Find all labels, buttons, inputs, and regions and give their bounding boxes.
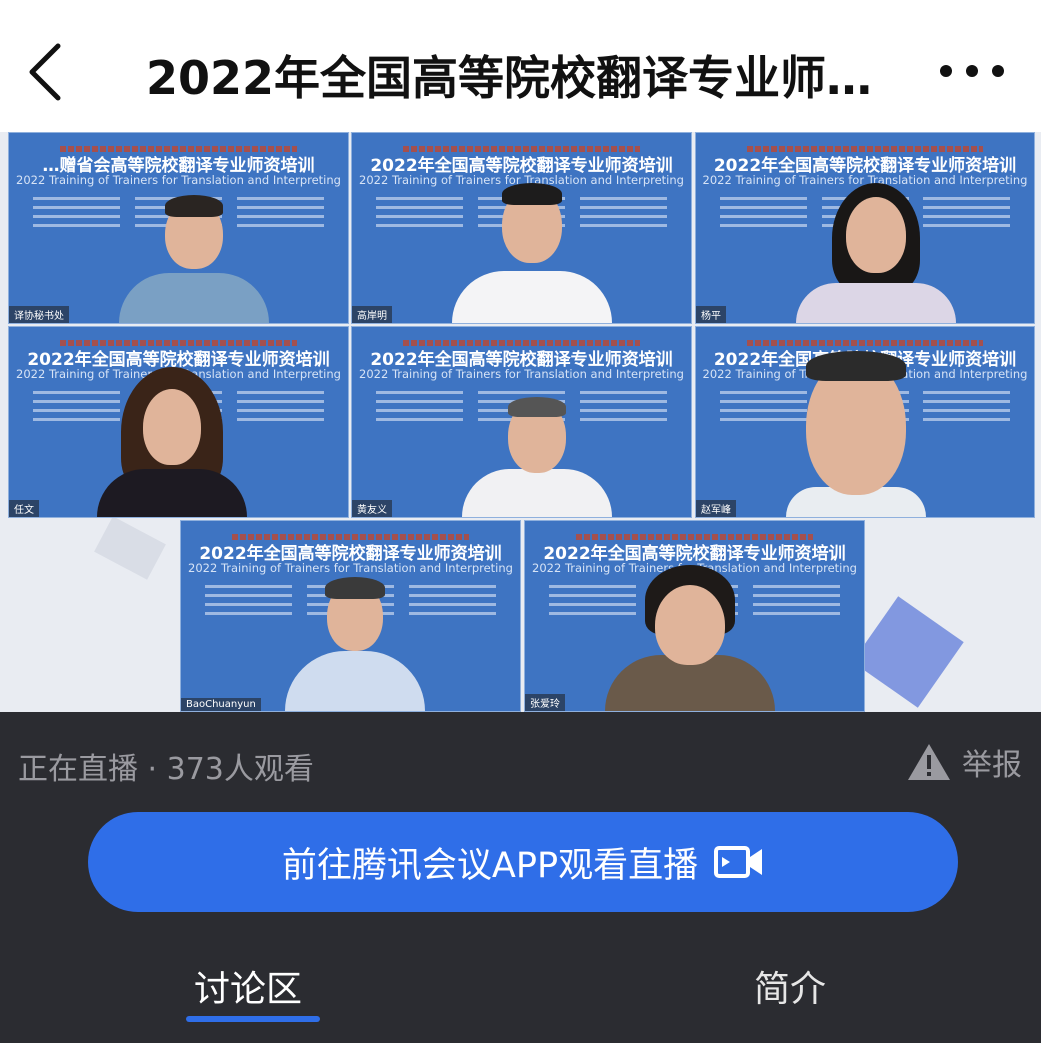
participant-tile[interactable]: …赠省会高等院校翻译专业师资培训 2022 Training of Traine… xyxy=(8,132,349,324)
participant-video xyxy=(462,397,612,517)
active-tab-indicator xyxy=(186,1016,320,1022)
live-viewer-count: 正在直播 · 373人观看 xyxy=(18,752,314,787)
top-bar: 2022年全国高等院校翻译专业师… xyxy=(0,0,1041,132)
slide-title-en: 2022 Training of Trainers for Translatio… xyxy=(188,561,513,575)
open-app-label: 前往腾讯会议APP观看直播 xyxy=(281,845,699,886)
warning-icon xyxy=(908,744,950,780)
participant-name: 任文 xyxy=(9,500,39,517)
page-title: 2022年全国高等院校翻译专业师… xyxy=(146,51,873,105)
participant-video xyxy=(796,183,956,323)
participant-video xyxy=(119,193,269,323)
tab-introduction[interactable]: 简介 xyxy=(754,960,826,1012)
background-decoration xyxy=(852,596,964,708)
participant-name: 张爱玲 xyxy=(525,694,565,711)
meeting-video-grid[interactable]: …赠省会高等院校翻译专业师资培训 2022 Training of Traine… xyxy=(0,132,1041,712)
video-camera-icon xyxy=(714,846,763,878)
participant-tile[interactable]: 2022年全国高等院校翻译专业师资培训 2022 Training of Tra… xyxy=(351,326,692,518)
report-button[interactable]: 举报 xyxy=(906,742,1022,783)
participant-tile[interactable]: 2022年全国高等院校翻译专业师资培训 2022 Training of Tra… xyxy=(524,520,865,712)
participant-name: 译协秘书处 xyxy=(9,306,69,323)
slide-title-en: 2022 Training of Trainers for Translatio… xyxy=(359,367,684,381)
participant-video xyxy=(285,577,425,711)
open-tencent-meeting-button[interactable]: 前往腾讯会议APP观看直播 xyxy=(88,812,958,912)
more-horizontal-icon[interactable] xyxy=(936,56,1008,86)
chevron-left-icon[interactable] xyxy=(22,40,72,104)
participant-name: 杨平 xyxy=(696,306,726,323)
participant-tile[interactable]: 2022年全国高等院校翻译专业师资培训 2022 Training of Tra… xyxy=(180,520,521,712)
participant-name: 高岸明 xyxy=(352,306,392,323)
participant-name: 赵军峰 xyxy=(696,500,736,517)
participant-tile[interactable]: 2022年全国高等院校翻译专业师资培训 2022 Training of Tra… xyxy=(8,326,349,518)
participant-name: 黄友义 xyxy=(352,500,392,517)
background-decoration xyxy=(94,516,166,580)
tab-discussion[interactable]: 讨论区 xyxy=(194,960,302,1012)
participant-video xyxy=(786,347,926,517)
participant-tile[interactable]: 2022年全国高等院校翻译专业师资培训 2022 Training of Tra… xyxy=(351,132,692,324)
participant-video xyxy=(452,183,612,323)
report-label: 举报 xyxy=(962,748,1022,783)
participant-name: BaoChuanyun xyxy=(181,698,261,711)
participant-video xyxy=(97,367,247,517)
slide-title-en: 2022 Training of Trainers for Translatio… xyxy=(16,173,341,187)
participant-video xyxy=(605,565,775,711)
participant-tile[interactable]: 2022年全国高等院校翻译专业师资培训 2022 Training of Tra… xyxy=(695,132,1035,324)
participant-tile[interactable]: 2022年全国高等院校翻译专业师资培训 2022 Training of Tra… xyxy=(695,326,1035,518)
